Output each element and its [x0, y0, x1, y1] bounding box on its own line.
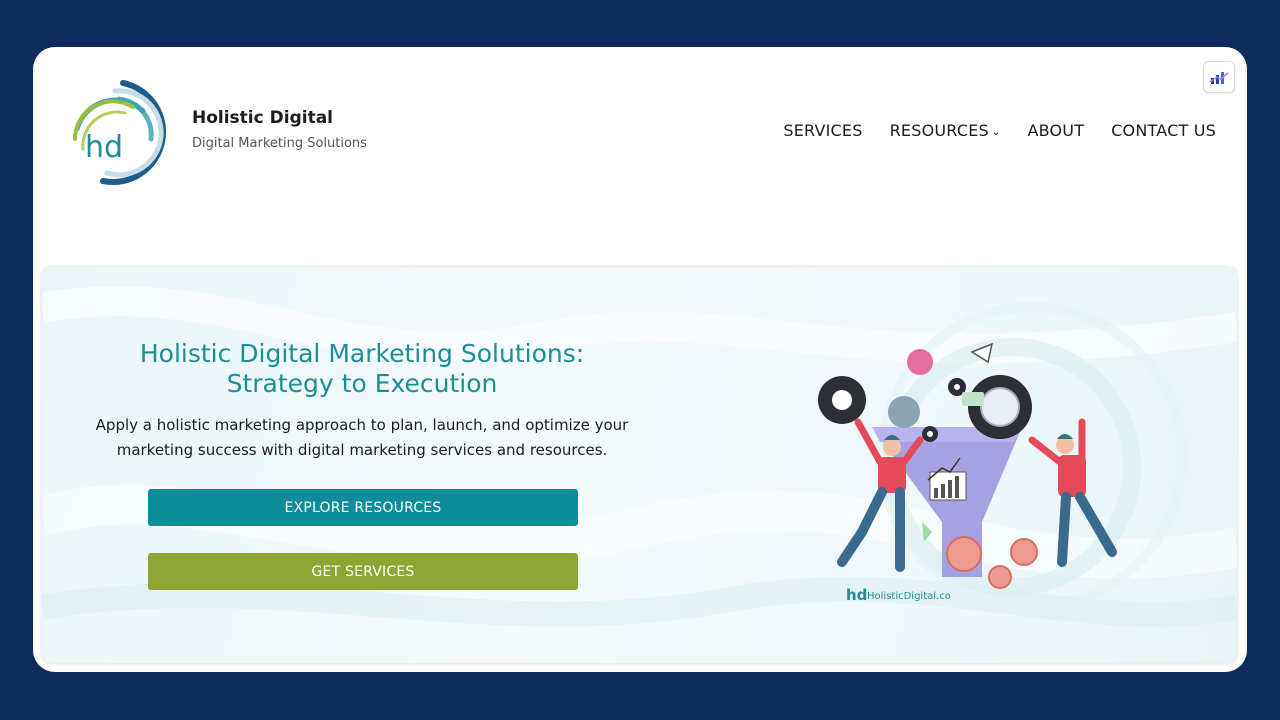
- brand-tagline: Digital Marketing Solutions: [192, 136, 367, 151]
- nav-resources-label: RESOURCES: [889, 121, 989, 140]
- main-nav: SERVICES RESOURCES ⌄ ABOUT CONTACT US: [783, 121, 1216, 140]
- brand-name[interactable]: Holistic Digital: [192, 108, 333, 128]
- hero-title: Holistic Digital Marketing Solutions: St…: [102, 339, 622, 399]
- lightbulb-icon: [907, 349, 933, 375]
- hero-section: Holistic Digital Marketing Solutions: St…: [42, 267, 1237, 663]
- chart-bars-icon: [1209, 72, 1229, 84]
- coin-icon: [946, 536, 982, 572]
- explore-resources-button[interactable]: EXPLORE RESOURCES: [148, 489, 578, 526]
- hero-illustration: hd HolisticDigital.co: [818, 342, 1117, 604]
- brand-logo[interactable]: hd: [63, 77, 175, 189]
- hero-title-line2: Strategy to Execution: [226, 369, 498, 398]
- get-services-button[interactable]: GET SERVICES: [148, 553, 578, 590]
- coin-icon: [988, 565, 1012, 589]
- hero-description-line2: marketing success with digital marketing…: [116, 441, 608, 459]
- megaphone-icon: [888, 396, 920, 428]
- nav-contact-label: CONTACT US: [1111, 121, 1216, 140]
- coin-icon: [1010, 538, 1038, 566]
- logo-letters: hd: [85, 130, 123, 165]
- nav-services-label: SERVICES: [783, 121, 863, 140]
- brand-logo-icon: hd: [73, 80, 166, 185]
- nav-services[interactable]: SERVICES: [783, 121, 862, 140]
- gear-icon: [818, 376, 866, 424]
- gear-icon: [922, 426, 938, 442]
- gear-icon: [968, 375, 1032, 439]
- leaf-icon: [922, 522, 932, 542]
- hero-title-line1: Holistic Digital Marketing Solutions:: [139, 339, 585, 368]
- illustration-watermark-text: HolisticDigital.co: [867, 591, 951, 602]
- page-card: hd Holistic Digital Digital Marketing So…: [33, 47, 1247, 672]
- arrow-icon: [970, 342, 994, 364]
- nav-about[interactable]: ABOUT: [1027, 121, 1084, 140]
- hero-description-line1: Apply a holistic marketing approach to p…: [95, 416, 629, 434]
- illustration-watermark-logo: hd: [846, 586, 867, 604]
- nav-contact[interactable]: CONTACT US: [1111, 121, 1216, 140]
- money-icon: [962, 392, 984, 406]
- analytics-widget-button[interactable]: [1203, 61, 1235, 93]
- person-right: [1028, 418, 1117, 567]
- chevron-down-icon: ⌄: [991, 127, 1001, 138]
- hero-description: Apply a holistic marketing approach to p…: [82, 413, 642, 463]
- nav-about-label: ABOUT: [1027, 121, 1085, 140]
- nav-resources[interactable]: RESOURCES ⌄: [890, 121, 1001, 140]
